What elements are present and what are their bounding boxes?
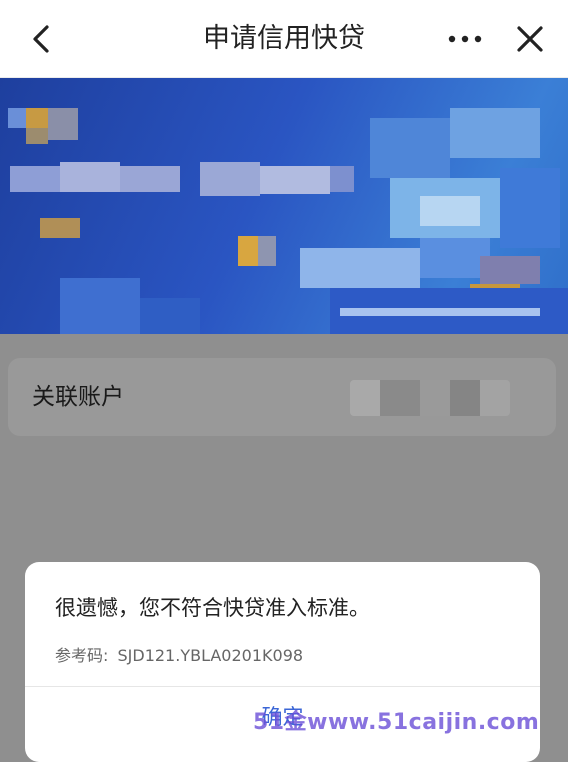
dialog-message: 很遗憾，您不符合快贷准入标准。 xyxy=(55,596,370,620)
reference-code-label: 参考码: xyxy=(55,646,109,665)
linked-account-label: 关联账户 xyxy=(32,384,124,410)
close-button[interactable] xyxy=(510,19,550,59)
account-number-obscured xyxy=(350,380,510,416)
promo-banner[interactable] xyxy=(0,78,568,334)
linked-account-row[interactable]: 关联账户 xyxy=(8,358,556,436)
more-button[interactable] xyxy=(442,19,488,59)
reference-code-value: SJD121.YBLA0201K098 xyxy=(117,646,304,665)
watermark: 51金www.51caijin.com xyxy=(253,710,540,735)
close-icon xyxy=(517,26,543,52)
reference-code-line: 参考码: SJD121.YBLA0201K098 xyxy=(55,642,307,666)
navbar: 申请信用快贷 xyxy=(0,0,568,78)
more-horizontal-icon xyxy=(448,35,482,43)
banner-mosaic xyxy=(0,78,568,334)
